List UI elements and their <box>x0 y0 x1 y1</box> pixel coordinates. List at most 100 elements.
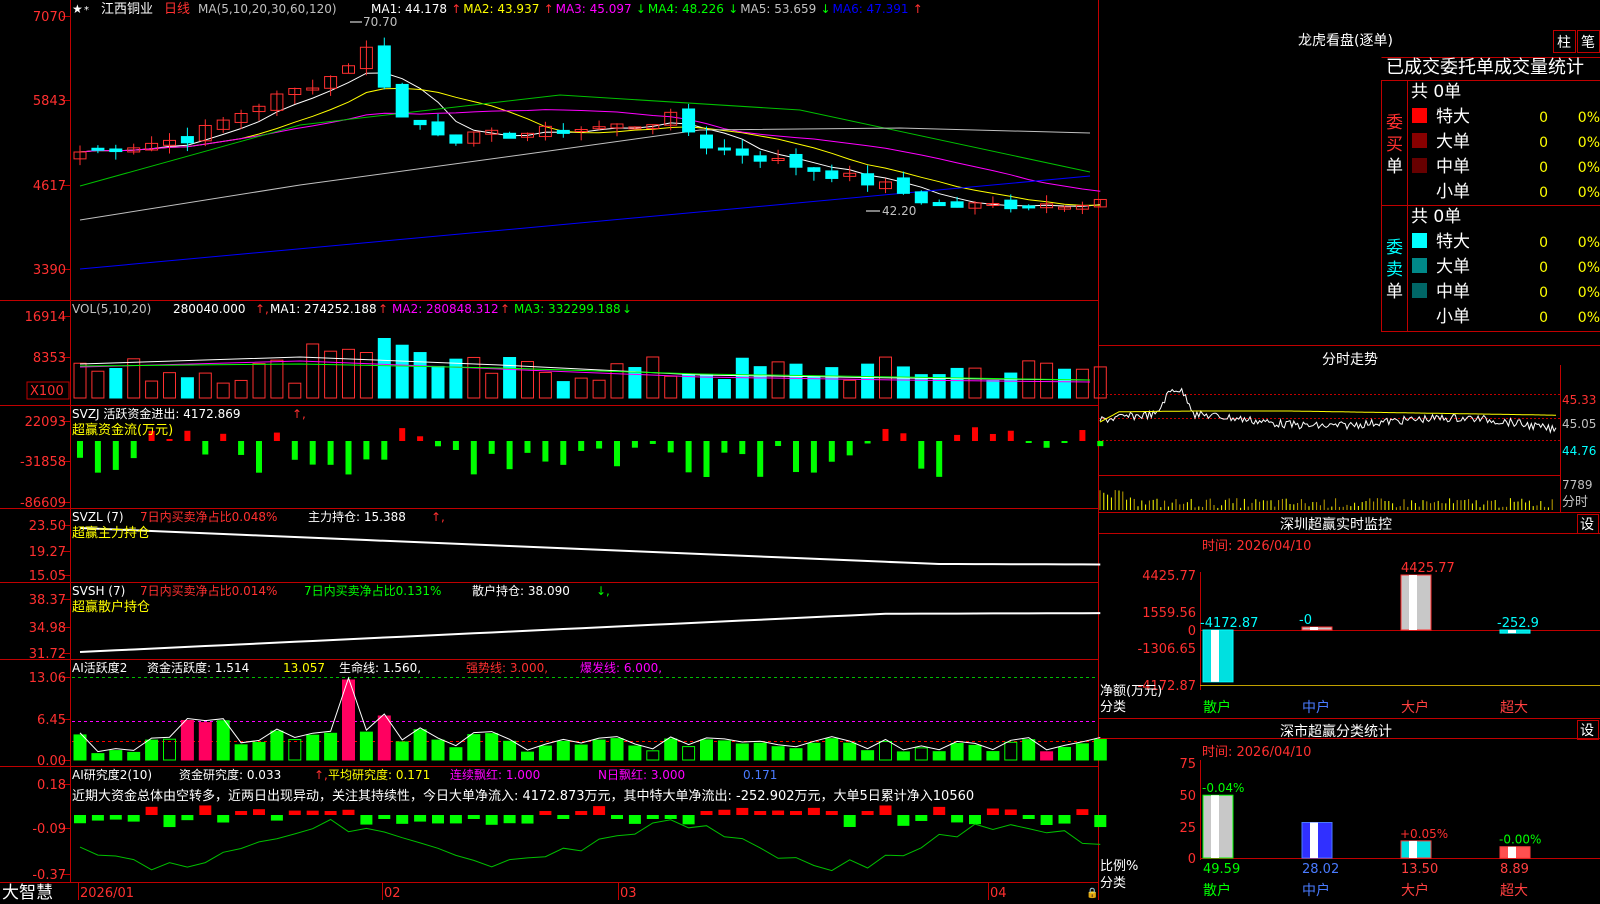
fund-flow-bar <box>345 441 352 475</box>
sell-total: 共 0单 <box>1411 207 1461 227</box>
period-label[interactable]: 日线 <box>164 2 190 17</box>
class-bar-change: -0.00% <box>1499 833 1541 847</box>
monitor-y-tick: 1559.56 <box>1142 606 1196 621</box>
ma-legend-item: MA2: 43.937 <box>463 2 539 16</box>
favorite-star-icon[interactable]: ★ <box>72 2 83 16</box>
research-bar <box>449 815 462 824</box>
svzl-arrow: ↑, <box>431 510 445 524</box>
candle-body <box>503 132 517 139</box>
volume-bar <box>556 381 570 399</box>
fund-flow-bar <box>685 441 692 473</box>
main-y-axis: 7070 5843 4617 3390 <box>33 10 71 278</box>
candle-body <box>700 134 713 149</box>
activity-bar <box>1075 743 1089 761</box>
fund-flow-bar <box>256 441 262 473</box>
svzj-panel[interactable]: 22093-31858-86609 SVZJ 活跃资金进出: 4172.869 … <box>20 406 1104 511</box>
fund-flow-bar <box>327 441 334 465</box>
ma-line <box>79 175 1091 270</box>
activity-bar <box>879 741 892 761</box>
volume-bar <box>109 368 123 399</box>
volume-bar <box>413 352 427 399</box>
y-tick-label: 13.06 <box>29 671 66 686</box>
class-bars: -0.04% 49.59 散户 28.02 中户 +0.05% 13.50 大户 -0.00% 8… <box>1202 781 1541 899</box>
candle-body <box>377 45 391 88</box>
volume-bar <box>73 362 87 399</box>
candle-body <box>395 83 409 118</box>
class-y-tick: 0 <box>1188 852 1196 867</box>
bar-mode-label: 柱 <box>1557 35 1571 51</box>
volume-bar <box>682 373 696 399</box>
volume-bar <box>771 361 785 399</box>
class-bar-value: 28.02 <box>1302 862 1339 877</box>
intraday-price-mid: 45.05 <box>1562 417 1596 431</box>
research-bar <box>754 811 767 815</box>
intraday-panel[interactable]: 分时走势 45.33 45.05 44.76 7789 分时 <box>1099 352 1596 510</box>
svsh-panel[interactable]: 38.3734.9831.72 SVSH (7) 7日内买卖净占比0.014% … <box>29 583 1101 662</box>
vol-ma-arrow: ↓ <box>622 302 632 316</box>
chart-canvas[interactable]: 7070 5843 4617 3390 ★ * 江西铜业 日线 MA(5,10,20,… <box>0 0 1600 903</box>
ai-activity-panel[interactable]: 13.06 6.45 0.00 AI活跃度2 资金活跃度: 1.514 13.057… <box>29 660 1107 769</box>
intraday-vol-max: 7789 <box>1562 478 1593 492</box>
intraday-unit: 分时 <box>1562 495 1588 510</box>
lock-icon[interactable]: 🔒 <box>1086 887 1098 899</box>
fund-flow-bar <box>381 441 388 460</box>
fund-flow-bar <box>918 441 925 469</box>
research-bar <box>664 815 677 819</box>
volume-panel[interactable]: 169148353 X100 VOL(5,10,20) 280040.000 ↑, M… <box>25 302 1107 400</box>
fund-flow-bar <box>506 441 513 470</box>
y-tick-label: 38.37 <box>29 593 66 608</box>
research-bar <box>593 806 606 815</box>
monitor-category: 超大 <box>1500 700 1528 716</box>
ai-activity-max: 13.057 <box>283 661 325 675</box>
fund-flow-bar <box>273 432 280 441</box>
volume-bar <box>485 372 499 399</box>
main-kline-panel[interactable]: 7070 5843 4617 3390 ★ * 江西铜业 日线 MA(5,10,20,… <box>33 2 1107 278</box>
ai-life-line: 生命线: 1.560, <box>339 660 421 675</box>
candle-body <box>932 202 946 207</box>
ma-line <box>79 127 1091 221</box>
fund-flow-bar <box>793 441 799 473</box>
class-y-tick: 50 <box>1179 789 1196 804</box>
activity-bar <box>1093 738 1107 761</box>
research-bar <box>432 815 444 824</box>
fund-flow-bar <box>757 441 764 477</box>
class-bar-highlight <box>1409 840 1417 858</box>
fund-flow-bar <box>810 441 817 473</box>
ma-legend-arrow: ↓ <box>821 2 831 16</box>
svzj-arrow: ↑, <box>292 407 306 421</box>
y-tick-label: 0.18 <box>37 778 66 793</box>
realtime-monitor-panel[interactable]: 深圳超赢实时监控 设 时间: 2026/04/10 4425.77 1559.56… <box>1100 514 1600 717</box>
class-bar-highlight <box>1310 822 1318 858</box>
ai-research-panel[interactable]: 0.18 -0.09 -0.37 AI研究度2(10) 资金研究度: 0.033 ↑… <box>32 767 1107 883</box>
research-bar <box>503 815 516 824</box>
svzj-title: SVZJ 活跃资金进出: 4172.869 <box>72 406 241 421</box>
fund-flow-bar <box>954 434 961 441</box>
class-stats-panel[interactable]: 深市超赢分类统计 设 时间: 2026/04/10 75 50 25 0 -0.04%… <box>1100 720 1600 900</box>
order-count: 0 <box>1539 135 1548 151</box>
y-tick-label: 34.98 <box>29 621 66 636</box>
volume-bar <box>395 344 409 399</box>
fund-flow-bar <box>184 430 191 441</box>
candlesticks[interactable] <box>73 37 1107 215</box>
brand-label: 大智慧 <box>2 883 53 900</box>
activity-bar <box>503 740 517 761</box>
menu-star-icon[interactable]: * <box>84 5 89 16</box>
vol-unit: X100 <box>30 384 64 399</box>
svsh-arrow: ↓, <box>596 584 610 598</box>
activity-bar <box>592 739 606 761</box>
volume-bar <box>1075 368 1089 399</box>
activity-bar <box>914 747 928 761</box>
candle-body <box>950 201 964 208</box>
order-type: 大单 <box>1436 132 1470 152</box>
fund-flow-bar <box>667 441 674 453</box>
order-pct: 0% <box>1578 310 1600 326</box>
activity-bar <box>234 744 248 761</box>
research-bar <box>700 811 713 815</box>
monitor-bar-label: -252.9 <box>1497 616 1539 631</box>
svzl-panel[interactable]: 23.5019.2715.05 SVZL (7) 7日内买卖净占比0.048% … <box>29 509 1101 584</box>
ai-research-y-axis: 0.18 -0.09 -0.37 <box>32 778 71 883</box>
activity-bar <box>682 746 696 761</box>
research-bar <box>235 811 248 815</box>
volume-bar <box>431 365 445 399</box>
fund-flow-bar <box>524 441 531 453</box>
